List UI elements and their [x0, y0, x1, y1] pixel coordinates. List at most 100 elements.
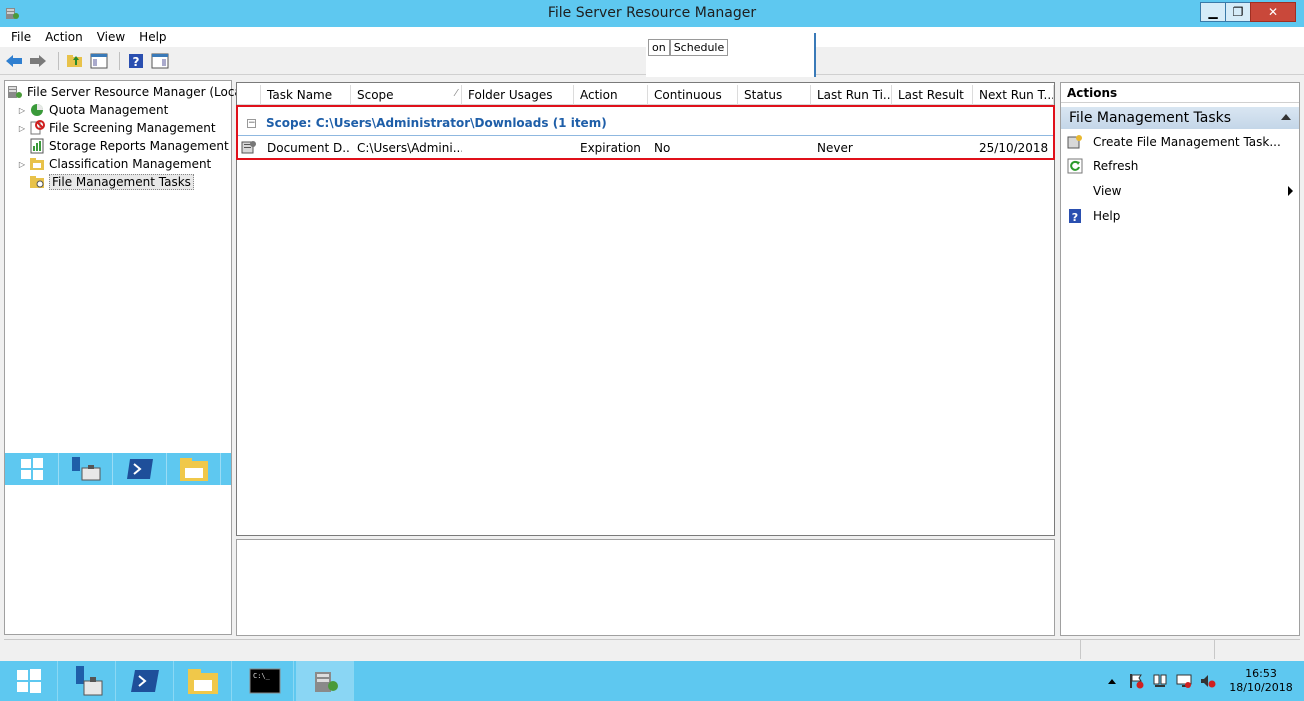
restore-button[interactable]: ❐	[1225, 2, 1251, 22]
expand-arrow-icon[interactable]: ▷	[17, 124, 27, 133]
clock-time: 16:53	[1245, 667, 1277, 680]
menu-help[interactable]: Help	[132, 30, 173, 44]
tree-item-file-screening[interactable]: ▷ File Screening Management	[7, 119, 250, 137]
collapse-section-icon[interactable]	[1281, 114, 1291, 120]
title-bar: File Server Resource Manager ▁ ❐ ✕	[0, 0, 1304, 27]
tab-notification: on	[648, 39, 670, 56]
tree-root-label: File Server Resource Manager (Local)	[27, 85, 250, 99]
clock-date: 18/10/2018	[1229, 681, 1293, 694]
column-header-icon[interactable]	[237, 85, 261, 105]
file-screening-icon	[29, 120, 45, 136]
taskbar-server-manager[interactable]	[58, 661, 116, 701]
column-header-continuous[interactable]: Continuous	[648, 85, 738, 105]
minimize-button[interactable]: ▁	[1200, 2, 1226, 22]
storage-reports-icon	[29, 138, 45, 154]
action-label: Refresh	[1093, 159, 1139, 173]
taskbar-powershell[interactable]	[116, 661, 174, 701]
toolbar-separator	[58, 51, 59, 70]
back-arrow-icon[interactable]	[4, 51, 24, 71]
column-header-folder-usages[interactable]: Folder Usages	[462, 85, 574, 105]
start-button[interactable]	[0, 661, 58, 701]
close-button[interactable]: ✕	[1250, 2, 1296, 22]
help-icon[interactable]: ?	[126, 51, 146, 71]
system-clock[interactable]: 16:53 18/10/2018	[1224, 667, 1298, 695]
list-column-headers: Task Name Scope ⁄ Folder Usages Action C…	[237, 85, 1054, 105]
detail-pane	[236, 539, 1055, 636]
tree-item-label: Storage Reports Management	[49, 139, 229, 153]
tree-root[interactable]: File Server Resource Manager (Local)	[7, 83, 250, 101]
column-header-last-result[interactable]: Last Result	[892, 85, 973, 105]
action-label: View	[1093, 184, 1122, 198]
tree-item-label: Classification Management	[49, 157, 212, 171]
forward-arrow-icon[interactable]	[28, 51, 48, 71]
action-label: Create File Management Task...	[1093, 135, 1281, 149]
taskbar-file-explorer[interactable]	[174, 661, 232, 701]
column-header-scope[interactable]: Scope ⁄	[351, 85, 462, 105]
tree-item-file-management-tasks[interactable]: File Management Tasks	[7, 173, 250, 191]
system-tray: 16:53 18/10/2018	[1104, 661, 1304, 701]
help-icon: ?	[1067, 208, 1083, 224]
action-label: Help	[1093, 209, 1121, 223]
background-dialog-fragment: on Schedule	[646, 33, 816, 77]
action-refresh[interactable]: Refresh	[1061, 155, 1299, 177]
display-icon[interactable]	[1176, 673, 1192, 689]
actions-section-title: File Management Tasks	[1069, 110, 1232, 126]
console-tree: File Server Resource Manager (Local) ▷ Q…	[7, 83, 250, 191]
powershell-icon	[113, 453, 167, 485]
tree-item-storage-reports[interactable]: Storage Reports Management	[7, 137, 250, 155]
submenu-arrow-icon	[1288, 186, 1293, 196]
column-header-next-run-time[interactable]: Next Run T...	[973, 85, 1054, 105]
windows-taskbar: C:\_ 16:53 18/10/2018	[0, 661, 1304, 701]
svg-text:C:\_: C:\_	[253, 672, 271, 680]
fsrm-server-icon	[7, 84, 23, 100]
status-bar-divider	[1214, 640, 1215, 659]
column-header-status[interactable]: Status	[738, 85, 811, 105]
svg-text:?: ?	[133, 55, 140, 69]
up-folder-icon[interactable]	[65, 51, 85, 71]
action-help[interactable]: ? Help	[1061, 205, 1299, 227]
toolbar-separator	[119, 51, 120, 70]
refresh-icon	[1067, 158, 1083, 174]
tree-item-quota-management[interactable]: ▷ Quota Management	[7, 101, 250, 119]
column-header-action[interactable]: Action	[574, 85, 648, 105]
tree-item-label: File Screening Management	[49, 121, 216, 135]
menu-view[interactable]: View	[90, 30, 132, 44]
quota-icon	[29, 102, 45, 118]
show-hidden-icons-icon[interactable]	[1104, 673, 1120, 689]
create-task-icon	[1067, 134, 1083, 150]
tab-schedule: Schedule	[669, 39, 729, 56]
actions-pane: Actions File Management Tasks Create Fil…	[1060, 82, 1300, 636]
file-explorer-icon	[167, 453, 221, 485]
action-view[interactable]: View	[1061, 180, 1299, 202]
actions-section-file-management-tasks[interactable]: File Management Tasks	[1061, 107, 1299, 129]
action-center-flag-icon[interactable]	[1128, 673, 1144, 689]
window-title: File Server Resource Manager	[547, 5, 757, 21]
expand-arrow-icon[interactable]: ▷	[17, 106, 27, 115]
console-tree-pane: File Server Resource Manager (Local) ▷ Q…	[4, 80, 250, 635]
expand-arrow-icon[interactable]: ▷	[17, 160, 27, 169]
file-management-tasks-icon	[29, 174, 45, 190]
show-hide-console-tree-icon[interactable]	[89, 51, 109, 71]
network-icon[interactable]	[1152, 673, 1168, 689]
column-header-task-name[interactable]: Task Name	[261, 85, 351, 105]
volume-muted-icon[interactable]	[1200, 673, 1216, 689]
svg-text:?: ?	[1072, 211, 1078, 224]
windows-start-icon	[5, 453, 59, 485]
embedded-taskbar-fragment	[5, 453, 231, 485]
menu-action[interactable]: Action	[38, 30, 90, 44]
status-bar-divider	[1080, 640, 1081, 659]
actions-header: Actions	[1061, 83, 1299, 103]
tree-item-label: File Management Tasks	[49, 174, 194, 190]
show-hide-action-pane-icon[interactable]	[150, 51, 170, 71]
tree-item-label: Quota Management	[49, 103, 169, 117]
server-manager-icon	[59, 453, 113, 485]
status-bar	[4, 639, 1300, 659]
column-header-scope-label: Scope	[357, 88, 394, 102]
highlight-annotation-box	[236, 105, 1055, 160]
tree-item-classification[interactable]: ▷ Classification Management	[7, 155, 250, 173]
taskbar-fsrm[interactable]	[296, 661, 354, 701]
taskbar-command-prompt[interactable]: C:\_	[236, 661, 294, 701]
action-create-file-management-task[interactable]: Create File Management Task...	[1061, 131, 1299, 153]
column-header-last-run-time[interactable]: Last Run Ti...	[811, 85, 892, 105]
menu-file[interactable]: File	[4, 30, 38, 44]
